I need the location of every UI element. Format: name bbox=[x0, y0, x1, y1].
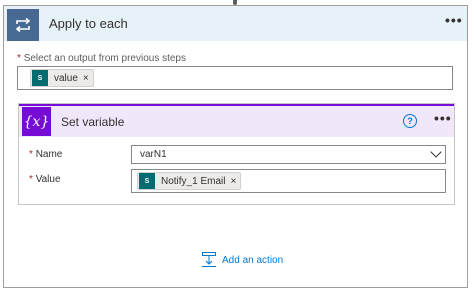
output-field-label: * Select an output from previous steps bbox=[17, 53, 186, 64]
variable-icon: {x} bbox=[22, 107, 51, 136]
notify-email-token[interactable]: S Notify_1 Email × bbox=[137, 172, 242, 190]
help-icon[interactable]: ? bbox=[403, 114, 417, 128]
apply-to-each-card: Apply to each ••• * Select an output fro… bbox=[3, 5, 468, 288]
apply-to-each-header[interactable]: Apply to each ••• bbox=[4, 6, 467, 41]
set-variable-header[interactable]: {x} Set variable ? ••• bbox=[19, 104, 454, 137]
apply-to-each-title: Apply to each bbox=[49, 16, 128, 31]
required-marker: * bbox=[29, 149, 33, 160]
sharepoint-icon: S bbox=[139, 173, 155, 189]
name-label-text: Name bbox=[35, 149, 63, 160]
name-value: varN1 bbox=[140, 149, 167, 160]
value-label-text: Value bbox=[35, 174, 61, 185]
output-field-label-text: Select an output from previous steps bbox=[23, 53, 186, 64]
add-an-action-button[interactable]: Add an action bbox=[202, 252, 283, 268]
add-action-icon bbox=[202, 252, 216, 267]
value-token[interactable]: S value × bbox=[30, 69, 94, 87]
sharepoint-icon: S bbox=[32, 70, 48, 86]
required-marker: * bbox=[17, 53, 21, 64]
more-options-icon[interactable]: ••• bbox=[445, 12, 463, 28]
name-dropdown[interactable]: varN1 bbox=[131, 145, 446, 164]
more-options-icon[interactable]: ••• bbox=[434, 110, 452, 126]
value-label: * Value bbox=[29, 174, 61, 185]
remove-token-icon[interactable]: × bbox=[83, 73, 89, 84]
loop-icon bbox=[7, 9, 39, 41]
add-action-label: Add an action bbox=[222, 254, 284, 266]
set-variable-card: {x} Set variable ? ••• * Name varN1 * Va… bbox=[18, 103, 455, 205]
name-label: * Name bbox=[29, 149, 62, 160]
remove-token-icon[interactable]: × bbox=[230, 176, 236, 187]
chevron-down-icon bbox=[430, 146, 442, 158]
notify-email-token-label: Notify_1 Email bbox=[161, 175, 226, 187]
value-token-label: value bbox=[54, 72, 78, 84]
output-token-field[interactable]: S value × bbox=[17, 66, 453, 90]
required-marker: * bbox=[29, 174, 33, 185]
value-field[interactable]: S Notify_1 Email × bbox=[131, 169, 446, 193]
set-variable-title: Set variable bbox=[61, 115, 125, 129]
